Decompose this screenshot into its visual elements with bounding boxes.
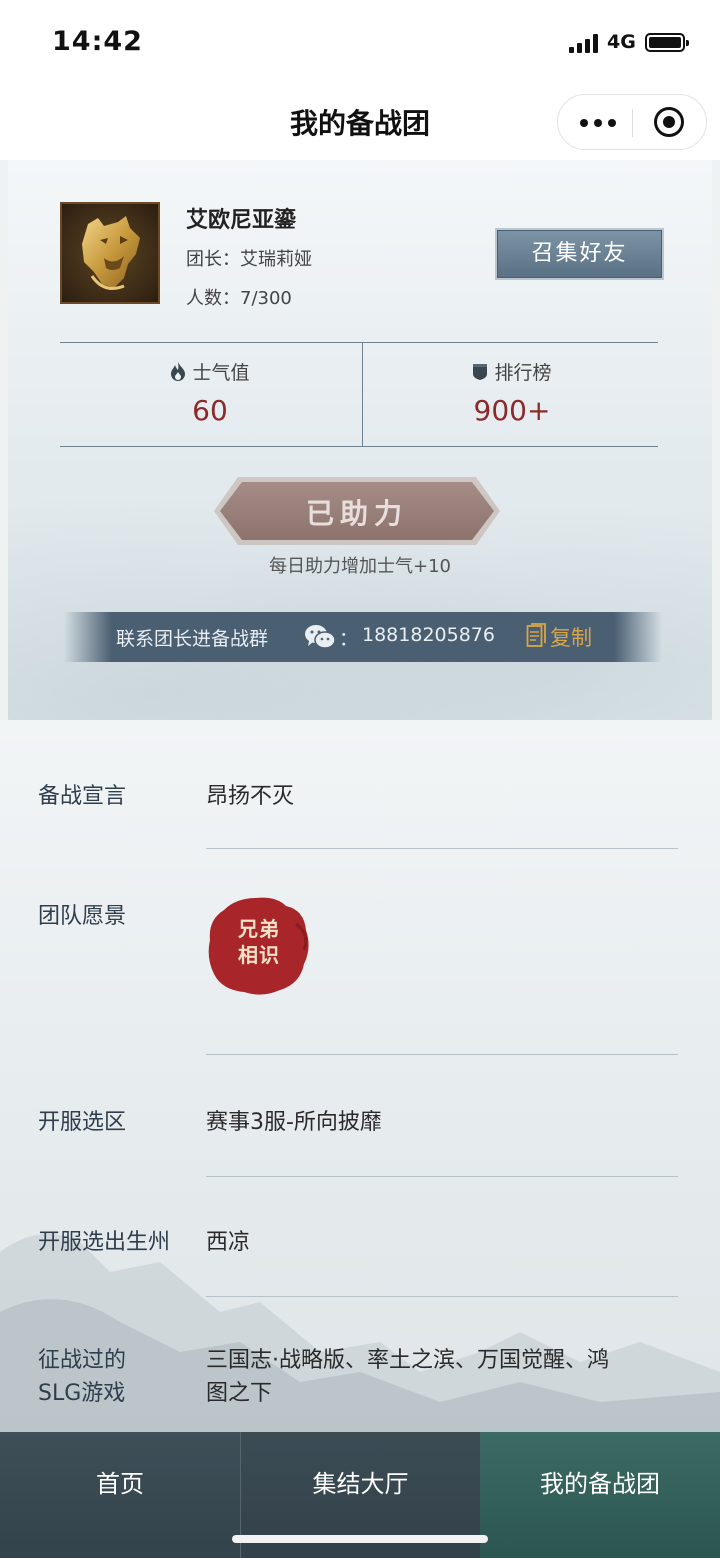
shield-icon [472,363,488,386]
miniprogram-capsule [557,94,707,150]
team-info-section: 备战宣言 昂扬不灭 团队愿景 兄弟 相识 开服选区 赛事3服-所向披靡 开服选出… [0,720,720,1432]
vision-seal: 兄弟 相识 [206,894,312,998]
tab-gathering-hall-label: 集结大厅 [312,1470,409,1498]
vision-seal-text: 兄弟 相识 [238,917,280,967]
tiger-emblem-icon [82,216,140,290]
contact-leader-bar: 联系团长进备战群 ： 18818205876 复制 [64,612,662,662]
row-divider [206,848,678,849]
more-options-icon[interactable] [578,103,622,141]
stats-bottom-border [60,446,658,447]
tab-home[interactable]: 首页 [0,1432,240,1558]
slg-games-value: 三国志·战略版、率土之滨、万国觉醒、鸿 图之下 [206,1348,609,1406]
declaration-value: 昂扬不灭 [206,784,295,809]
server-value: 赛事3服-所向披靡 [206,1110,382,1135]
invite-friends-button[interactable]: 召集好友 [497,230,662,278]
team-avatar [60,202,160,304]
birth-state-value: 西凉 [206,1230,251,1255]
server-label: 开服选区 [38,1110,127,1135]
row-divider [206,1176,678,1177]
morale-stat: 士气值 60 [60,358,360,427]
morale-label: 士气值 [192,362,250,384]
flame-icon [170,361,186,386]
team-leader: 团长：艾瑞莉娅 [186,249,312,270]
wechat-icon [304,624,336,654]
ranking-stat[interactable]: 排行榜 900+ [362,358,662,427]
ranking-value: 900+ [473,394,551,427]
copy-icon[interactable] [526,623,546,653]
navigation-bar: 我的备战团 [0,88,720,160]
ranking-label: 排行榜 [494,362,552,384]
vision-label: 团队愿景 [38,904,127,929]
birth-state-label: 开服选出生州 [38,1230,171,1255]
team-card: 艾欧尼亚鎏 团长：艾瑞莉娅 人数：7/300 召集好友 士气值 60 排行榜 9… [8,160,712,720]
assisted-button[interactable]: 已助力 [214,477,500,545]
capsule-divider [632,109,633,137]
network-type: 4G [607,31,636,53]
status-bar: 14:42 4G [0,0,720,88]
signal-icon [569,33,599,53]
status-time: 14:42 [52,26,143,57]
contact-text: 联系团长进备战群 [116,628,269,650]
declaration-label: 备战宣言 [38,784,127,809]
contact-colon: ： [339,628,359,650]
team-name: 艾欧尼亚鎏 [186,208,297,233]
row-divider [206,1054,678,1055]
battery-icon [645,33,689,52]
tab-my-team[interactable]: 我的备战团 [480,1432,720,1558]
home-indicator[interactable] [232,1535,488,1543]
assist-note: 每日助力增加士气+10 [269,556,451,577]
close-miniprogram-icon[interactable] [654,107,684,137]
tab-home-label: 首页 [96,1470,144,1498]
copy-button[interactable]: 复制 [550,622,592,652]
team-member-count: 人数：7/300 [186,288,292,309]
slg-games-label: 征战过的 SLG游戏 [38,1348,127,1406]
morale-value: 60 [192,394,228,427]
assisted-label: 已助力 [305,497,408,530]
contact-phone: 18818205876 [362,624,495,646]
tab-my-team-label: 我的备战团 [540,1470,660,1498]
row-divider [206,1296,678,1297]
stats-top-border [60,342,658,343]
